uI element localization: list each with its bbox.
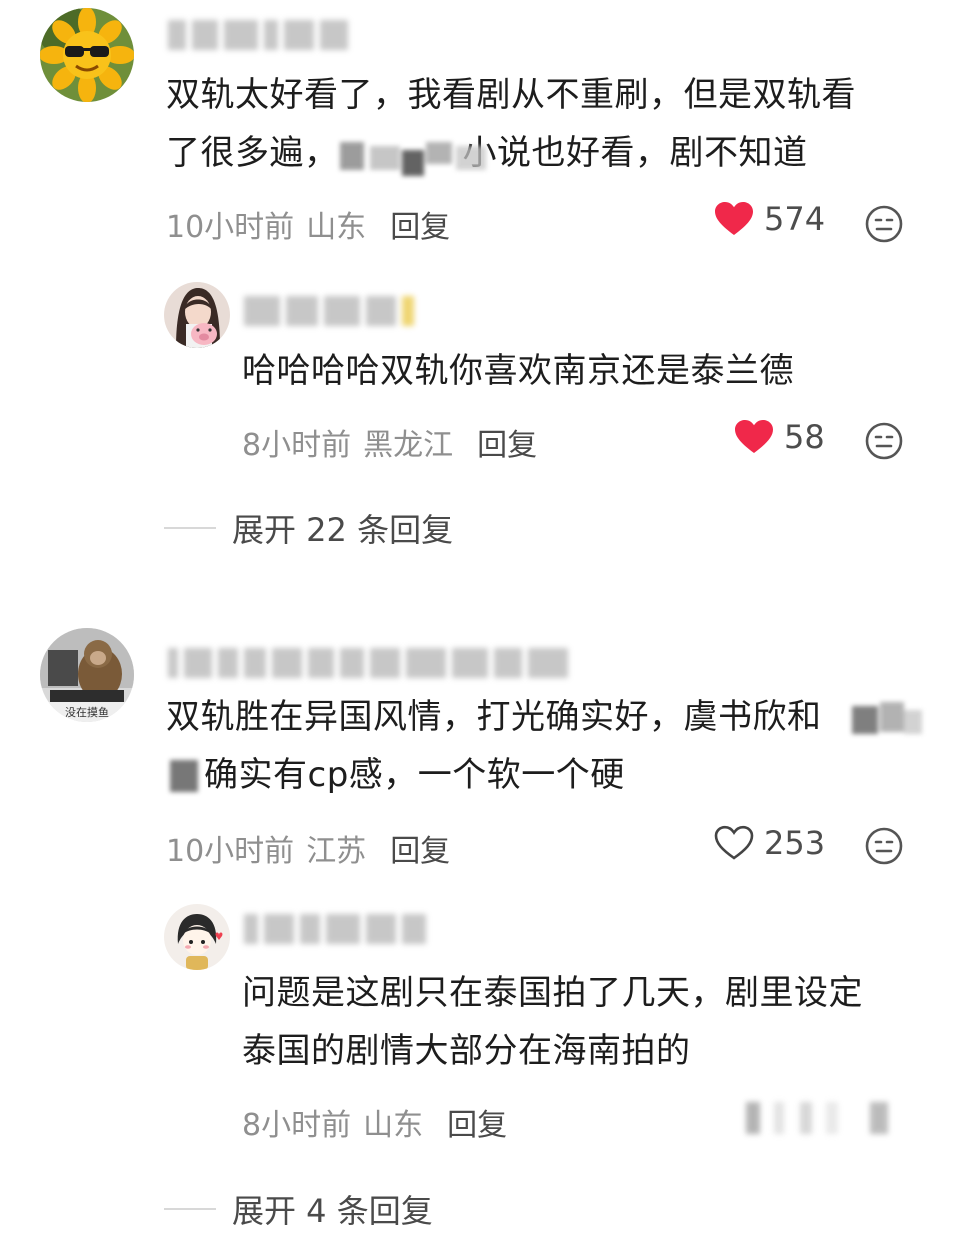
heart-outline-icon [714, 825, 754, 860]
mosaic-redaction [168, 756, 202, 796]
reply-time: 8小时前 [242, 428, 352, 463]
expand-replies-label: 展开 22 条回复 [232, 511, 454, 549]
mosaic-redaction [740, 1094, 900, 1140]
expand-replies-label: 展开 4 条回复 [232, 1192, 433, 1230]
reply-location: 山东 [363, 1108, 424, 1143]
monkey-at-computer-avatar[interactable]: 没在摸鱼 [40, 628, 134, 722]
like-button[interactable]: 58 [734, 418, 825, 456]
reply-text: 问题是这剧只在泰国拍了几天，剧里设定 泰国的剧情大部分在海南拍的 [242, 964, 863, 1080]
expand-replies-button[interactable]: 展开 4 条回复 [164, 1186, 433, 1232]
comment-text-line: 双轨太好看了，我看剧从不重刷，但是双轨看 [166, 75, 856, 115]
reply-location: 黑龙江 [363, 428, 454, 463]
reply-text-line: 哈哈哈哈双轨你喜欢南京还是泰兰德 [242, 351, 794, 391]
reply-text-line: 问题是这剧只在泰国拍了几天，剧里设定 [242, 973, 863, 1013]
username-blurred[interactable] [244, 296, 444, 326]
expand-replies-button[interactable]: 展开 22 条回复 [164, 505, 453, 551]
avatar-caption: 没在摸鱼 [65, 705, 109, 719]
like-count: 253 [764, 824, 826, 862]
reply-time: 8小时前 [242, 1108, 352, 1143]
reply-meta: 8小时前 山东 回复 [242, 1100, 507, 1144]
comment-location: 江苏 [306, 834, 367, 869]
comment-time: 10小时前 [166, 834, 295, 869]
girl-with-pig-avatar[interactable] [164, 282, 230, 348]
reply-text: 哈哈哈哈双轨你喜欢南京还是泰兰德 [242, 342, 794, 400]
reply-button[interactable]: 回复 [390, 826, 450, 870]
mosaic-redaction [848, 700, 924, 744]
comment-text-line: 确实有cp感，一个软一个硬 [204, 755, 625, 795]
reply-button[interactable]: 回复 [447, 1100, 507, 1144]
emoji-reaction-icon[interactable] [864, 826, 904, 866]
divider-line [164, 527, 216, 529]
comment-text-line: 双轨胜在异国风情，打光确实好，虞书欣和 [166, 697, 822, 737]
cartoon-girl-avatar[interactable] [164, 904, 230, 970]
reply-button[interactable]: 回复 [390, 202, 450, 246]
like-count: 574 [764, 200, 826, 238]
mosaic-redaction [330, 136, 502, 180]
like-button[interactable]: 253 [714, 824, 825, 862]
comment-meta: 10小时前 江苏 回复 [166, 826, 450, 870]
divider-line [164, 1208, 216, 1210]
reply-text-line: 泰国的剧情大部分在海南拍的 [242, 1031, 691, 1071]
like-button[interactable]: 574 [714, 200, 825, 238]
comment-text: 双轨太好看了，我看剧从不重刷，但是双轨看 了很多遍， 小说也好看，剧不知道 [166, 66, 856, 182]
username-blurred[interactable] [244, 914, 434, 944]
emoji-reaction-icon[interactable] [864, 421, 904, 461]
comment-meta: 10小时前 山东 回复 [166, 202, 450, 246]
username-blurred[interactable] [168, 648, 648, 678]
reply-meta: 8小时前 黑龙江 回复 [242, 420, 537, 464]
comment-time: 10小时前 [166, 210, 295, 245]
like-count: 58 [784, 418, 825, 456]
sunflower-sunglasses-avatar[interactable] [40, 8, 134, 102]
reply-button[interactable]: 回复 [477, 420, 537, 464]
heart-filled-icon [715, 202, 753, 235]
username-blurred[interactable] [168, 20, 368, 50]
comment-location: 山东 [306, 210, 367, 245]
emoji-reaction-icon[interactable] [864, 204, 904, 244]
comment-text-line: 了很多遍， 小说也好看，剧不知道 [166, 133, 808, 173]
heart-filled-icon [735, 420, 773, 453]
comment-text: 双轨胜在异国风情，打光确实好，虞书欣和 确实有cp感，一个软一个硬 [166, 688, 822, 804]
